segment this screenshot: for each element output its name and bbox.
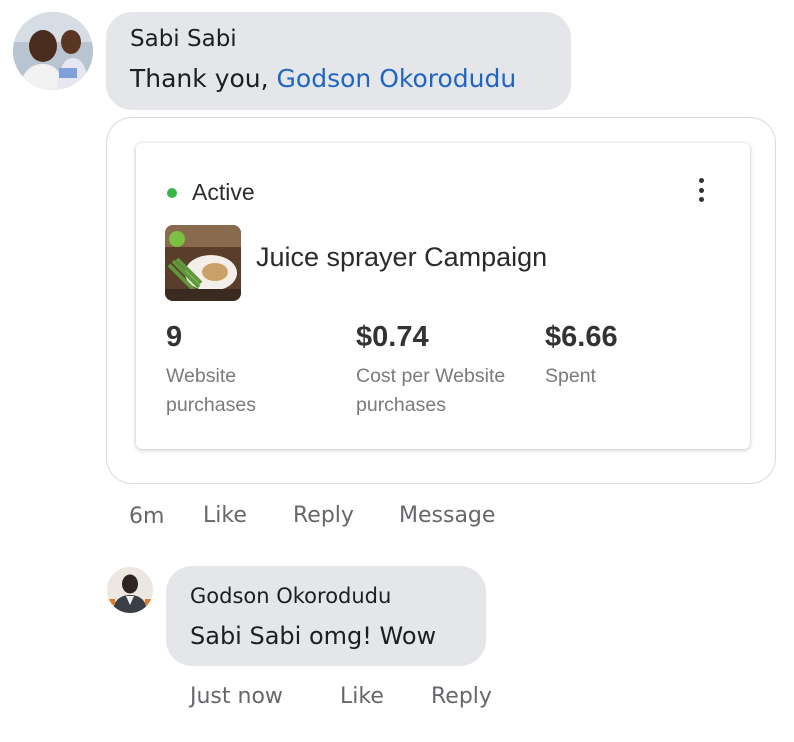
food-image-icon	[165, 225, 241, 301]
metric-value-cost-per-purchase: $0.74	[356, 321, 429, 353]
like-button[interactable]: Like	[203, 503, 247, 528]
campaign-name[interactable]: Juice sprayer Campaign	[256, 242, 547, 273]
metric-label-line1: Spent	[545, 365, 596, 387]
metric-label-line2: purchases	[166, 394, 256, 416]
more-vertical-icon[interactable]	[690, 178, 712, 208]
reply-author-name[interactable]: Godson Okorodudu	[190, 584, 391, 608]
metric-label-website-purchases: Website purchases	[166, 362, 256, 420]
avatar-godson-okorodudu[interactable]	[107, 567, 153, 613]
metric-label-line1: Cost per Website	[356, 365, 506, 387]
campaign-status: Active	[192, 179, 255, 205]
reply-bubble	[166, 566, 486, 666]
metric-label-cost-per-purchase: Cost per Website purchases	[356, 362, 505, 420]
reply-timestamp: Just now	[190, 684, 283, 709]
reply-button[interactable]: Reply	[293, 503, 354, 528]
comment-text: Thank you, Godson Okorodudu	[130, 64, 516, 93]
comment-text-prefix: Thank you,	[130, 64, 269, 93]
avatar-sabi-sabi[interactable]	[13, 12, 93, 90]
reply-text: Sabi Sabi omg! Wow	[190, 622, 437, 650]
comment-author-name[interactable]: Sabi Sabi	[130, 26, 237, 52]
metric-label-line2: purchases	[356, 394, 446, 416]
metric-value-spent: $6.66	[545, 321, 618, 353]
metric-label-spent: Spent	[545, 362, 596, 391]
active-status-dot-icon	[167, 188, 177, 198]
profile-photo-icon	[107, 567, 153, 613]
profile-photo-icon	[13, 12, 93, 90]
metric-value-website-purchases: 9	[166, 321, 183, 353]
reply-like-button[interactable]: Like	[340, 684, 384, 709]
mention-link[interactable]: Godson Okorodudu	[277, 64, 517, 93]
comment-timestamp: 6m	[129, 504, 165, 529]
metric-label-line1: Website	[166, 365, 237, 387]
campaign-thumbnail	[165, 225, 241, 301]
reply-reply-button[interactable]: Reply	[431, 684, 492, 709]
message-button[interactable]: Message	[399, 503, 495, 528]
